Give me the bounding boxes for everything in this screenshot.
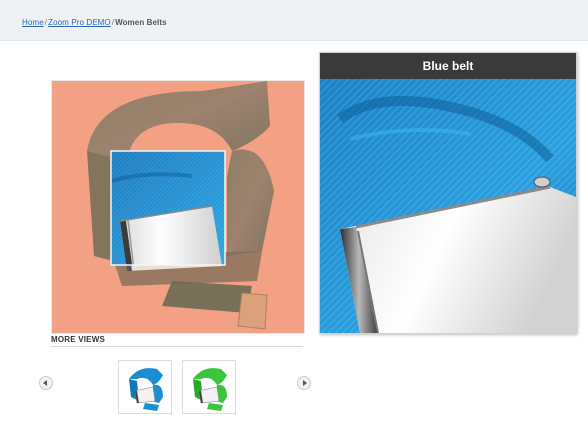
- breadcrumb-home[interactable]: Home: [22, 18, 44, 27]
- product-image-graphic: [52, 81, 304, 333]
- thumbnail-next-button[interactable]: [297, 376, 311, 390]
- thumbnail-blue-belt[interactable]: [118, 360, 172, 414]
- zoomed-product-image: [320, 79, 576, 333]
- thumbnail-green-belt[interactable]: [182, 360, 236, 414]
- breadcrumb: Home/Zoom Pro DEMO/Women Belts: [22, 18, 167, 27]
- blue-belt-thumbnail-image: [119, 361, 171, 413]
- breadcrumb-zoom-pro-demo[interactable]: Zoom Pro DEMO: [48, 18, 111, 27]
- zoom-window: Blue belt: [319, 52, 577, 334]
- more-views-heading: MORE VIEWS: [51, 335, 303, 347]
- chevron-left-icon: [43, 380, 47, 386]
- zoom-title: Blue belt: [320, 53, 576, 79]
- top-bar: Home/Zoom Pro DEMO/Women Belts: [0, 0, 588, 41]
- breadcrumb-current: Women Belts: [115, 18, 167, 27]
- green-belt-thumbnail-image: [183, 361, 235, 413]
- product-main-image[interactable]: [51, 80, 305, 334]
- thumbnail-prev-button[interactable]: [39, 376, 53, 390]
- chevron-right-icon: [303, 380, 307, 386]
